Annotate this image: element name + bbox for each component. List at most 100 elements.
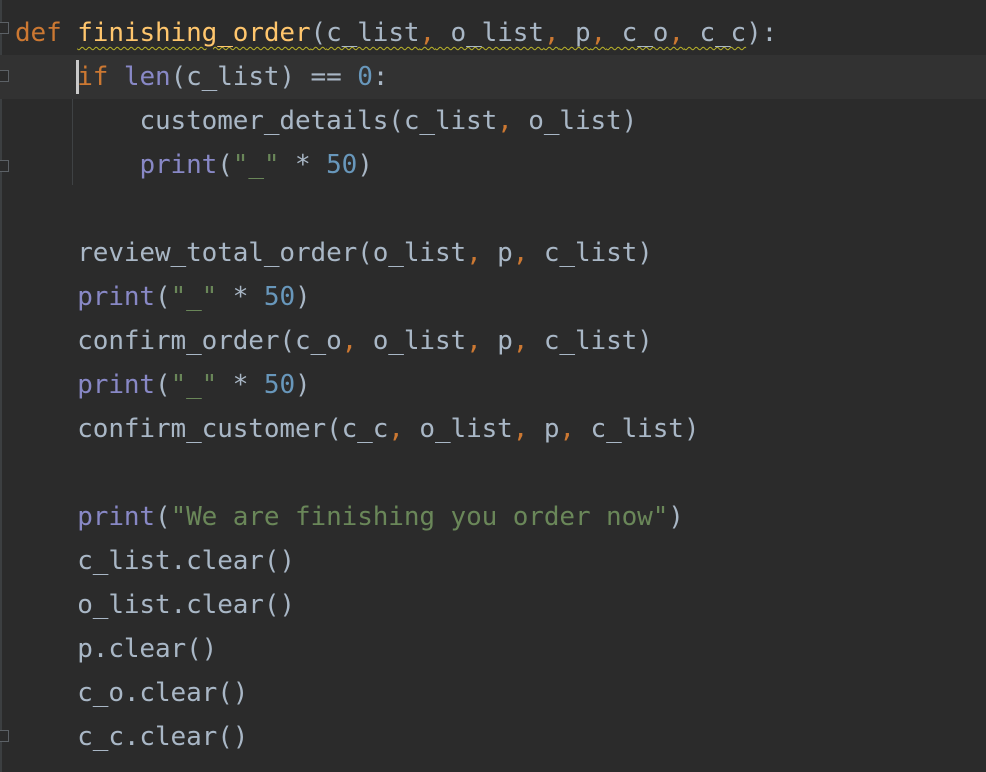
comma: , [466,238,482,268]
code-line-print[interactable]: print("_" * 50) [15,143,373,187]
close-paren: ) [295,370,311,400]
call: confirm_order(c_o [77,326,342,356]
call: review_total_order(o_list [77,238,467,268]
code-line-if[interactable]: if len(c_list) == 0: [15,55,388,99]
fold-marker-icon[interactable] [0,730,9,742]
operator: * [217,370,264,400]
param-o-list: o_list [435,18,544,48]
open-paren: ( [155,370,171,400]
param-c-c: c_c [683,18,747,48]
code-line-c-o-clear[interactable]: c_o.clear() [15,671,248,715]
comma: , [419,18,435,48]
statement: c_c.clear() [77,722,249,752]
number-literal: 50 [326,150,358,180]
comma: , [543,18,560,48]
statement: o_list.clear() [77,590,295,620]
fold-marker-icon[interactable] [0,160,9,172]
arg: o_list [357,326,467,356]
comma: , [512,238,529,268]
keyword-if: if [77,62,109,92]
number-literal: 50 [263,282,296,312]
close-paren: ) [357,150,373,180]
param-p: p [559,18,591,48]
builtin-print: print [77,282,155,312]
close-paren: ): [746,18,778,48]
arg: c_list) [528,238,653,268]
comma: , [512,326,529,356]
operator: * [217,282,264,312]
code-line-confirm-order[interactable]: confirm_order(c_o, o_list, p, c_list) [15,319,653,363]
code-line-def[interactable]: def finishing_order(c_list, o_list, p, c… [15,11,777,55]
open-paren: ( [310,18,327,48]
builtin-print: print [77,502,155,532]
text-caret [76,60,79,94]
statement: c_list.clear() [77,546,295,576]
close-paren: ) [295,282,311,312]
number-literal: 50 [263,370,296,400]
builtin-print: print [139,150,218,180]
code-editor[interactable]: def finishing_order(c_list, o_list, p, c… [0,0,986,772]
comma: , [668,18,684,48]
comma: , [590,18,607,48]
builtin-print: print [77,370,155,400]
open-paren: ( [155,502,171,532]
comma: , [388,414,404,444]
arg: o_list [403,414,513,444]
function-name: finishing_order [77,18,311,48]
arg: c_list) [528,326,653,356]
close-paren: ) [668,502,684,532]
arg: c_list) [574,414,700,444]
call: customer_details(c_list [139,106,498,136]
call: confirm_customer(c_c [77,414,389,444]
code-line-o-list-clear[interactable]: o_list.clear() [15,583,295,627]
string-literal: "_" [170,370,218,400]
string-literal: "_" [232,150,280,180]
param-c-list: c_list [326,18,420,48]
colon: : [372,62,389,92]
code-line-customer-details[interactable]: customer_details(c_list, o_list) [15,99,637,143]
code-line-print-message[interactable]: print("We are finishing you order now") [15,495,684,539]
fold-marker-icon[interactable] [0,70,9,82]
open-paren: ( [217,150,233,180]
fold-marker-icon[interactable] [0,22,9,34]
keyword-def: def [15,18,62,48]
comma: , [497,106,513,136]
len-args: (c_list) == [170,62,358,92]
comma: , [512,414,529,444]
code-line-review-total-order[interactable]: review_total_order(o_list, p, c_list) [15,231,653,275]
call-rest: o_list) [512,106,638,136]
arg: p [528,414,560,444]
open-paren: ( [155,282,171,312]
operator: * [279,150,327,180]
arg: p [481,238,513,268]
gutter [0,0,2,772]
code-line-c-c-clear[interactable]: c_c.clear() [15,715,248,759]
comma: , [559,414,575,444]
arg: p [481,326,513,356]
comma: , [466,326,482,356]
code-line-confirm-customer[interactable]: confirm_customer(c_c, o_list, p, c_list) [15,407,699,451]
code-line-print[interactable]: print("_" * 50) [15,363,311,407]
string-literal: "_" [170,282,218,312]
code-line-print[interactable]: print("_" * 50) [15,275,311,319]
statement: p.clear() [77,634,218,664]
builtin-len: len [123,62,171,92]
code-line-p-clear[interactable]: p.clear() [15,627,217,671]
code-line-c-list-clear[interactable]: c_list.clear() [15,539,295,583]
